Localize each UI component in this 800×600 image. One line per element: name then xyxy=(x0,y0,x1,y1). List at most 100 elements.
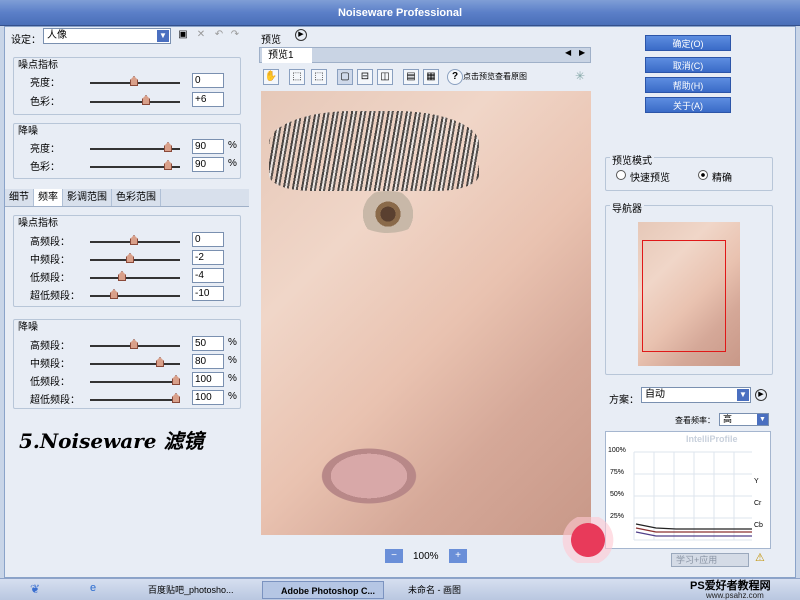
apply-button[interactable]: 学习+应用 xyxy=(671,553,749,567)
taskbar-item-paint[interactable]: 未命名 - 画图 xyxy=(390,581,490,599)
tab-frequency[interactable]: 频率 xyxy=(34,189,63,206)
undo-icon[interactable]: ↶ xyxy=(211,28,227,44)
redo-icon[interactable]: ↷ xyxy=(227,28,243,44)
slider-thumb[interactable] xyxy=(172,375,180,385)
preview-tabbar: 预览1 xyxy=(259,47,591,63)
slider-track[interactable] xyxy=(90,76,180,86)
crop-tool-icon[interactable]: ⬚ xyxy=(311,69,327,85)
taskbar-item-baidu[interactable]: 百度贴吧_photosho... xyxy=(130,581,256,599)
zoom-out-button[interactable]: − xyxy=(385,549,403,563)
group-title: 降噪 xyxy=(18,126,38,137)
preset-value: 人像 xyxy=(47,30,67,41)
slider-thumb[interactable] xyxy=(126,253,134,263)
value-field[interactable]: 0 xyxy=(192,232,224,247)
slider-track[interactable] xyxy=(90,375,180,385)
tab-scroll-left-icon[interactable]: ◀ xyxy=(565,48,571,57)
hand-tool-icon[interactable]: ✋ xyxy=(263,69,279,85)
navigator-thumbnail[interactable] xyxy=(638,222,740,366)
value-field[interactable]: 100 xyxy=(192,372,224,387)
value-field[interactable]: 50 xyxy=(192,336,224,351)
chevron-down-icon[interactable]: ▼ xyxy=(757,414,768,425)
warning-icon: ⚠ xyxy=(755,552,765,564)
slider-thumb[interactable] xyxy=(130,76,138,86)
slider-track[interactable] xyxy=(90,393,180,403)
ie-icon[interactable]: e xyxy=(90,582,96,594)
save-icon[interactable]: ▣ xyxy=(175,28,191,44)
value-field[interactable]: -4 xyxy=(192,268,224,283)
slider-track[interactable] xyxy=(90,253,180,263)
value-field[interactable]: -10 xyxy=(192,286,224,301)
window-title: Noiseware Professional xyxy=(0,0,800,26)
preview-mode-group: 预览模式 快速预览 精确 xyxy=(605,152,773,191)
slider-track[interactable] xyxy=(90,95,180,105)
scheme-select[interactable]: 自动 ▼ xyxy=(641,387,751,403)
value-field[interactable]: 80 xyxy=(192,354,224,369)
value-field[interactable]: 0 xyxy=(192,73,224,88)
lips-shape xyxy=(309,441,429,511)
value-field[interactable]: 90 xyxy=(192,157,224,172)
preset-select[interactable]: 人像 ▼ xyxy=(43,28,171,44)
tab-color-range[interactable]: 色彩范围 xyxy=(112,189,161,206)
tab-detail[interactable]: 细节 xyxy=(5,189,34,206)
scheme-label: 方案： xyxy=(609,395,639,406)
chevron-down-icon[interactable]: ▼ xyxy=(157,30,169,42)
help-icon[interactable]: ? xyxy=(447,69,463,85)
taskbar-item-photoshop[interactable]: Adobe Photoshop C... xyxy=(262,581,384,599)
slider-thumb[interactable] xyxy=(142,95,150,105)
legend-cb: Cb xyxy=(754,522,763,529)
row-label: 高频段： xyxy=(30,237,70,248)
slider-thumb[interactable] xyxy=(172,393,180,403)
slider-thumb[interactable] xyxy=(156,357,164,367)
freq-view-value: 高 xyxy=(723,414,733,424)
slider-thumb[interactable] xyxy=(164,142,172,152)
slider-thumb[interactable] xyxy=(130,235,138,245)
zoom-in-button[interactable]: + xyxy=(449,549,467,563)
value-field[interactable]: -2 xyxy=(192,250,224,265)
tab-tonal-range[interactable]: 影调范围 xyxy=(63,189,112,206)
tab-scroll-right-icon[interactable]: ▶ xyxy=(579,48,585,57)
split-vertical-icon[interactable]: ◫ xyxy=(377,69,393,85)
preview-image[interactable] xyxy=(261,91,591,535)
slider-thumb[interactable] xyxy=(110,289,118,299)
row-label: 低频段： xyxy=(30,273,70,284)
help-button[interactable]: 帮助(H) xyxy=(645,77,731,93)
watermark-url: www.psahz.com xyxy=(706,591,764,600)
slider-thumb[interactable] xyxy=(164,160,172,170)
slider-track[interactable] xyxy=(90,142,180,152)
ok-button[interactable]: 确定(O) xyxy=(645,35,731,51)
slider-track[interactable] xyxy=(90,160,180,170)
noise-level-group: 噪点指标 亮度： 0 色彩： +6 xyxy=(13,57,241,115)
unit-label: % xyxy=(228,337,237,348)
cancel-button[interactable]: 取消(C) xyxy=(645,57,731,73)
freq-view-select[interactable]: 高 ▼ xyxy=(719,413,769,426)
compare-icon[interactable]: ▦ xyxy=(423,69,439,85)
preview-menu-icon[interactable]: ▶ xyxy=(295,29,307,41)
value-field[interactable]: 90 xyxy=(192,139,224,154)
slider-thumb[interactable] xyxy=(118,271,126,281)
scheme-menu-icon[interactable]: ▶ xyxy=(755,389,767,401)
frequency-noise-level-group: 噪点指标 高频段： 0 中频段： -2 低频段： -4 超低频段： -10 xyxy=(13,215,241,307)
view-rect[interactable] xyxy=(642,240,726,352)
slider-track[interactable] xyxy=(90,339,180,349)
slider-track[interactable] xyxy=(90,357,180,367)
value-field[interactable]: +6 xyxy=(192,92,224,107)
slider-track[interactable] xyxy=(90,289,180,299)
marquee-tool-icon[interactable]: ⬚ xyxy=(289,69,305,85)
slider-track[interactable] xyxy=(90,235,180,245)
about-button[interactable]: 关于(A) xyxy=(645,97,731,113)
single-view-icon[interactable]: ▢ xyxy=(337,69,353,85)
slider-track[interactable] xyxy=(90,271,180,281)
butterfly-icon[interactable]: ❦ xyxy=(30,582,40,596)
value-field[interactable]: 100 xyxy=(192,390,224,405)
spinner-icon: ✳ xyxy=(575,69,586,83)
y-tick: 50% xyxy=(610,491,625,498)
chevron-down-icon[interactable]: ▼ xyxy=(737,389,749,401)
delete-icon[interactable]: ✕ xyxy=(193,28,209,44)
split-horizontal-icon[interactable]: ⊟ xyxy=(357,69,373,85)
unit-label: % xyxy=(228,355,237,366)
slider-thumb[interactable] xyxy=(130,339,138,349)
open-file-icon[interactable]: ▤ xyxy=(403,69,419,85)
radio-accurate[interactable] xyxy=(698,170,708,180)
tab-preview1[interactable]: 预览1 xyxy=(262,48,312,63)
radio-fast[interactable] xyxy=(616,170,626,180)
